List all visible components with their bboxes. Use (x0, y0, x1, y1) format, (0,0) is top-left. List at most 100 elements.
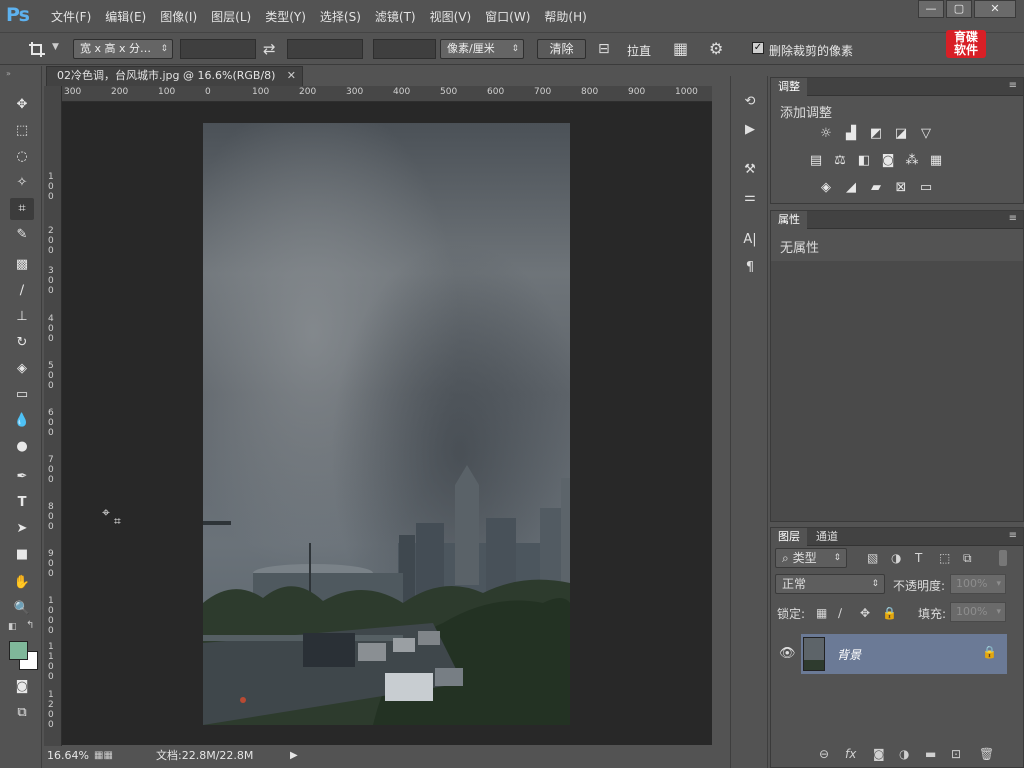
crop-icon[interactable] (28, 41, 46, 59)
move-tool-icon[interactable]: ✥ (10, 94, 34, 116)
photo-filter-icon[interactable]: ◙ (879, 153, 897, 169)
filter-toggle[interactable] (999, 550, 1007, 566)
unit-dropdown[interactable]: 像素/厘米 ⇕ (440, 39, 524, 59)
resolution-field[interactable] (373, 39, 436, 59)
filter-type-icon[interactable]: T (915, 551, 922, 565)
close-icon[interactable]: ✕ (287, 67, 296, 85)
healing-brush-icon[interactable]: ▩ (10, 254, 34, 276)
vibrance-icon[interactable]: ▽ (917, 126, 935, 142)
straighten-label[interactable]: 拉直 (627, 42, 651, 59)
gear-icon[interactable]: ⚙ (709, 39, 723, 58)
tab-layers[interactable]: 图层 (771, 528, 807, 546)
character-icon[interactable]: A| (739, 230, 761, 250)
swap-colors-icon[interactable]: ↰ (26, 620, 34, 631)
levels-icon[interactable]: ▟ (842, 126, 860, 142)
brush-presets-icon[interactable]: ⚒ (739, 160, 761, 180)
brush-tool-icon[interactable]: ∕ (10, 280, 34, 302)
clear-button[interactable]: 清除 (537, 39, 586, 59)
play-arrow-icon[interactable]: ▶ (290, 747, 298, 765)
height-field[interactable] (287, 39, 363, 59)
fill-field[interactable]: 100% ▾ (950, 602, 1006, 622)
menu-edit[interactable]: 编辑(E) (98, 8, 153, 25)
brightness-icon[interactable]: ☼ (817, 126, 835, 142)
lock-transparent-icon[interactable]: ▦ (816, 606, 827, 620)
eyedropper-icon[interactable]: ✎ (10, 224, 34, 246)
menu-view[interactable]: 视图(V) (423, 8, 479, 25)
quick-mask-icon[interactable]: ◙ (10, 676, 34, 698)
path-selection-icon[interactable]: ➤ (10, 518, 34, 540)
screen-mode-icon[interactable]: ⧉ (10, 702, 34, 724)
menu-help[interactable]: 帮助(H) (537, 8, 593, 25)
lasso-tool-icon[interactable]: ◌ (10, 146, 34, 168)
color-lookup-icon[interactable]: ▦ (927, 153, 945, 169)
group-folder-icon[interactable]: ▬ (925, 747, 936, 761)
gradient-map-icon[interactable]: ▭ (917, 180, 935, 196)
gradient-tool-icon[interactable]: ▭ (10, 384, 34, 406)
filter-kind-dropdown[interactable]: ⌕ 类型 ⇕ (775, 548, 847, 568)
lock-image-icon[interactable]: ∕ (838, 606, 842, 620)
crop-tool-icon[interactable]: ⌗ (10, 198, 34, 220)
curves-icon[interactable]: ◩ (867, 126, 885, 142)
blur-tool-icon[interactable]: 💧 (10, 410, 34, 432)
panel-menu-icon[interactable]: ≡ (1009, 80, 1017, 91)
rectangle-tool-icon[interactable]: ■ (10, 544, 34, 566)
document-tab[interactable]: 02冷色调，台风城市.jpg @ 16.6%(RGB/8) ✕ (46, 66, 303, 86)
filter-shape-icon[interactable]: ⬚ (939, 551, 950, 565)
link-layers-icon[interactable]: ⊖ (819, 747, 829, 761)
menu-window[interactable]: 窗口(W) (478, 8, 537, 25)
dodge-tool-icon[interactable]: ● (10, 436, 34, 458)
tab-properties[interactable]: 属性 (771, 211, 807, 229)
restore-button[interactable]: ▢ (946, 0, 972, 18)
tab-adjustments[interactable]: 调整 (771, 78, 807, 96)
eraser-icon[interactable]: ◈ (10, 358, 34, 380)
eye-icon[interactable]: 👁 (779, 646, 796, 661)
adjustment-layer-icon[interactable]: ◑ (899, 747, 909, 761)
filter-smart-object-icon[interactable]: ⧉ (963, 551, 972, 566)
history-icon[interactable]: ⟲ (739, 92, 761, 112)
panel-menu-icon[interactable]: ≡ (1009, 530, 1017, 541)
menu-type[interactable]: 类型(Y) (258, 8, 313, 25)
actions-play-icon[interactable]: ▶ (739, 120, 761, 140)
document-image[interactable] (203, 123, 570, 725)
selective-color-icon[interactable]: ⊠ (892, 180, 910, 196)
history-brush-icon[interactable]: ↻ (10, 332, 34, 354)
swap-icon[interactable]: ⇄ (263, 40, 276, 58)
menu-layer[interactable]: 图层(L) (204, 8, 258, 25)
lock-position-icon[interactable]: ✥ (860, 606, 870, 620)
posterize-icon[interactable]: ◢ (842, 180, 860, 196)
zoom-level[interactable]: 16.64% (47, 747, 89, 765)
trash-icon[interactable]: 🗑 (979, 747, 994, 761)
blend-mode-dropdown[interactable]: 正常 ⇕ (775, 574, 885, 594)
type-tool-icon[interactable]: T (10, 492, 34, 514)
clone-stamp-icon[interactable]: ⊥ (10, 306, 34, 328)
black-white-icon[interactable]: ◧ (855, 153, 873, 169)
zoom-tool-icon[interactable]: 🔍 (10, 598, 34, 620)
new-layer-icon[interactable]: ⊡ (951, 747, 961, 761)
layer-mask-icon[interactable]: ◙ (873, 747, 885, 761)
pen-tool-icon[interactable]: ✒ (10, 466, 34, 488)
collapse-icon[interactable]: » (6, 69, 11, 78)
panel-menu-icon[interactable]: ≡ (1009, 213, 1017, 224)
tab-channels[interactable]: 通道 (809, 528, 845, 546)
minimize-button[interactable]: — (918, 0, 944, 18)
layer-row[interactable]: 👁 背景 🔒 (771, 634, 1023, 674)
magic-wand-icon[interactable]: ✧ (10, 172, 34, 194)
hue-saturation-icon[interactable]: ▤ (807, 153, 825, 169)
ratio-dropdown[interactable]: 宽 x 高 x 分… ⇕ (73, 39, 173, 59)
delete-cropped-checkbox[interactable]: ✓ (752, 42, 764, 54)
menu-select[interactable]: 选择(S) (313, 8, 368, 25)
default-colors-icon[interactable]: ◧ (8, 622, 17, 632)
menu-file[interactable]: 文件(F) (44, 8, 98, 25)
layer-name[interactable]: 背景 (837, 646, 861, 663)
filter-pixel-icon[interactable]: ▧ (867, 551, 878, 565)
level-icon[interactable]: ⊟ (598, 41, 610, 57)
foreground-color-swatch[interactable] (9, 641, 28, 660)
channel-mixer-icon[interactable]: ⁂ (903, 153, 921, 169)
menu-image[interactable]: 图像(I) (153, 8, 204, 25)
marquee-tool-icon[interactable]: ⬚ (10, 120, 34, 142)
clone-source-icon[interactable]: ⚌ (739, 188, 761, 208)
lock-all-icon[interactable]: 🔒 (882, 606, 897, 620)
width-field[interactable] (180, 39, 256, 59)
exposure-icon[interactable]: ◪ (892, 126, 910, 142)
paragraph-icon[interactable]: ¶ (739, 258, 761, 278)
